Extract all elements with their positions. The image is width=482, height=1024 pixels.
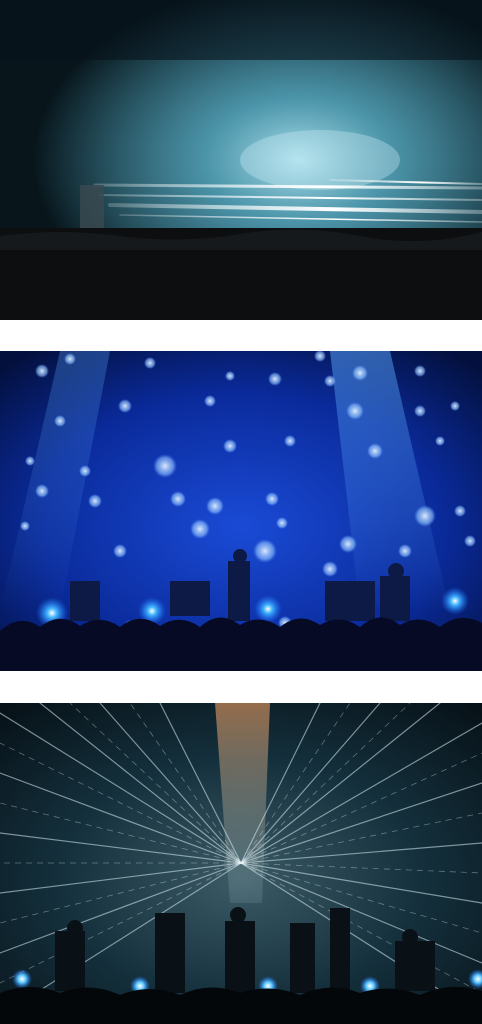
concert-photo-light-streaks[interactable] — [0, 0, 482, 320]
photo-2-graphic — [0, 351, 482, 671]
concert-photo-blue-bokeh[interactable] — [0, 351, 482, 671]
photo-1-graphic — [0, 0, 482, 320]
photo-3-graphic — [0, 703, 482, 1024]
photo-gallery — [0, 0, 482, 1024]
concert-photo-light-burst[interactable] — [0, 703, 482, 1024]
